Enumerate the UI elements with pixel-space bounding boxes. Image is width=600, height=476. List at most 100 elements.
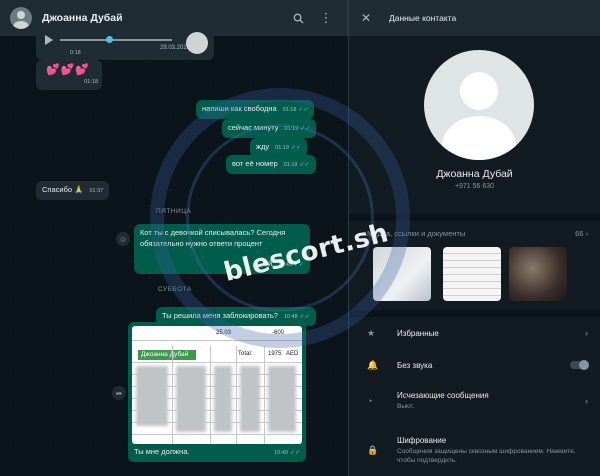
day-separator: ПЯТНИЦА xyxy=(156,208,192,215)
favorites-label: Избранные xyxy=(397,328,439,338)
message-time-value: 10:49 xyxy=(274,450,288,456)
disappearing-status: Выкл. xyxy=(397,403,415,410)
message-time: 01:18 xyxy=(84,79,98,85)
message-time: 10:48 xyxy=(283,314,298,320)
encryption-description: Сообщения защищены сквозным шифрованием.… xyxy=(397,447,576,464)
media-section-label[interactable]: Медиа, ссылки и документы xyxy=(367,229,465,238)
media-thumbnail[interactable] xyxy=(443,247,501,301)
message-text: Кот ты с девочкой списывалась? Сегодня о… xyxy=(140,228,286,248)
contact-info-title: Данные контакта xyxy=(389,13,457,23)
message-time: 10:49 ✓✓ xyxy=(274,449,300,456)
blurred-cells xyxy=(240,366,260,432)
message-time: 01:37 xyxy=(89,188,104,194)
blurred-cells xyxy=(176,366,206,432)
message-bubble[interactable]: Спасибо 🙏 01:37 xyxy=(36,181,110,200)
sheet-gridline xyxy=(264,346,265,444)
menu-icon[interactable]: ⋮ xyxy=(315,7,337,29)
message-time: 01:18 xyxy=(282,107,297,113)
media-count[interactable]: 66 › xyxy=(575,229,588,238)
message-bubble[interactable]: Кот ты с девочкой списывалась? Сегодня о… xyxy=(134,224,310,274)
audio-duration: 0:18 xyxy=(70,50,81,56)
star-icon: ★ xyxy=(367,327,376,338)
sheet-gridline xyxy=(236,346,237,444)
double-check-icon: ✓✓ xyxy=(299,162,310,168)
chat-title[interactable]: Джоанна Дубай xyxy=(42,12,281,24)
double-check-icon: ✓✓ xyxy=(290,145,301,151)
chevron-right-icon: › xyxy=(585,229,589,238)
section-divider xyxy=(349,310,600,317)
contact-name: Джоанна Дубай xyxy=(436,168,513,180)
section-divider xyxy=(349,214,600,221)
chat-pane: Джоанна Дубай ⋮ 0:18 29.03.2023 💕💕💕 01:1… xyxy=(0,0,348,476)
avatar-body xyxy=(442,116,516,160)
timer-icon: ◔ xyxy=(367,396,373,406)
contact-info-header: ✕ Данные контакта xyxy=(349,0,600,36)
audio-message[interactable]: 0:18 29.03.2023 xyxy=(36,28,214,60)
favorites-row[interactable]: ★ Избранные › xyxy=(349,318,600,348)
avatar xyxy=(186,32,208,54)
message-text: Ты решила меня заблокировать? xyxy=(162,311,278,320)
media-thumbnail[interactable] xyxy=(373,247,431,301)
sheet-name-cell: Джоанна Дубай xyxy=(138,350,196,360)
double-check-icon: ✓✓ xyxy=(299,314,310,320)
bell-icon: 🔔 xyxy=(367,359,379,370)
sheet-gridline xyxy=(132,362,302,363)
message-time: 10:49 xyxy=(278,262,292,268)
forward-icon[interactable]: ➦ xyxy=(112,386,126,400)
double-check-icon: ✓✓ xyxy=(293,262,304,268)
image-caption: Ты мне должна. xyxy=(134,447,190,456)
double-check-icon: ✓✓ xyxy=(289,450,300,456)
close-icon[interactable]: ✕ xyxy=(361,11,377,25)
play-icon[interactable] xyxy=(45,35,53,45)
lock-icon: 🔒 xyxy=(367,444,379,455)
sheet-total-label: Total: xyxy=(238,351,253,357)
sheet-gridline xyxy=(132,434,302,435)
sheet-value: -600 xyxy=(272,330,285,336)
double-check-icon: ✓✓ xyxy=(300,126,311,132)
message-text: жду xyxy=(256,142,270,151)
message-bubble[interactable]: вот её номер 01:19 ✓✓ xyxy=(226,155,316,174)
chevron-right-icon: › xyxy=(585,396,588,406)
sheet-date: 25.03 xyxy=(216,330,232,336)
mute-label: Без звука xyxy=(397,360,433,370)
sheet-total-value: 1975 xyxy=(268,351,282,357)
mute-toggle[interactable] xyxy=(570,360,589,370)
contact-info-pane: ✕ Данные контакта Джоанна Дубай +971 56 … xyxy=(349,0,600,476)
image-message[interactable]: 25.03 -600 Джоанна Дубай Total: 1975 AED… xyxy=(128,322,306,462)
message-text: Спасибо 🙏 xyxy=(42,185,84,194)
double-check-icon: ✓✓ xyxy=(298,107,309,113)
message-text: сейчас минуту xyxy=(228,123,279,132)
message-text: ой xyxy=(263,259,273,268)
search-icon[interactable] xyxy=(287,7,309,29)
encryption-row[interactable]: 🔒 Шифрование Сообщения защищены сквозным… xyxy=(349,430,600,470)
disappearing-messages-row[interactable]: ◔ Исчезающие сообщения Выкл. › xyxy=(349,386,600,416)
audio-seek-handle[interactable] xyxy=(106,36,113,43)
sheet-gridline xyxy=(210,346,211,444)
mute-row[interactable]: 🔔 Без звука xyxy=(349,350,600,380)
message-text: напиши как свободна xyxy=(202,104,277,113)
message-bubble[interactable]: сейчас минуту 01:19 ✓✓ xyxy=(222,119,317,138)
audio-progress[interactable] xyxy=(60,39,172,41)
avatar-head xyxy=(460,72,498,110)
disappearing-label: Исчезающие сообщения xyxy=(397,391,489,400)
emoji-message[interactable]: 💕💕💕 01:18 xyxy=(36,60,102,90)
contact-avatar[interactable] xyxy=(424,50,534,160)
message-text: вот её номер xyxy=(232,159,278,168)
spreadsheet-image[interactable]: 25.03 -600 Джоанна Дубай Total: 1975 AED xyxy=(132,326,302,444)
day-separator: СУББОТА xyxy=(158,286,192,293)
blurred-cells xyxy=(214,366,232,432)
sheet-currency: AED xyxy=(286,351,299,357)
chevron-right-icon: › xyxy=(585,328,588,338)
media-thumbnail[interactable] xyxy=(509,247,567,301)
sheet-gridline xyxy=(132,340,302,341)
media-count-value: 66 xyxy=(575,229,584,238)
emoji-react-icon[interactable]: ☺ xyxy=(116,232,130,246)
message-time: 01:19 xyxy=(284,126,299,132)
contact-phone: +971 56 630 xyxy=(454,183,495,190)
avatar[interactable] xyxy=(10,7,32,29)
sheet-gridline xyxy=(172,346,173,444)
hearts-emoji: 💕💕💕 xyxy=(46,64,91,76)
message-bubble[interactable]: напиши как свободна 01:18 ✓✓ xyxy=(196,100,315,119)
blurred-cells xyxy=(136,366,168,426)
message-time: 01:19 xyxy=(275,145,289,151)
